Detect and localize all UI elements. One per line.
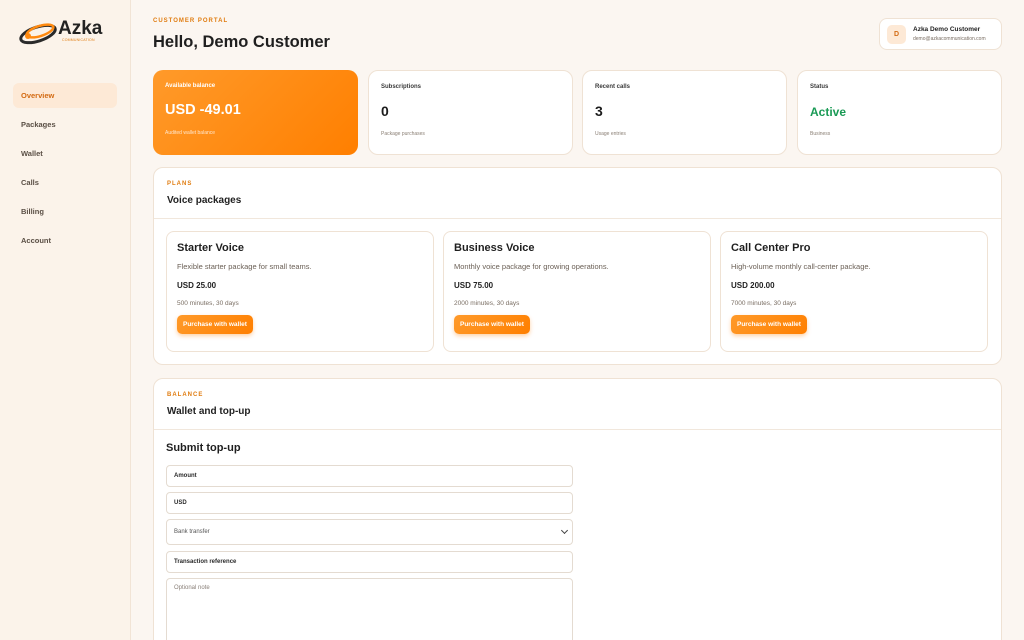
logo-swoosh-icon [18, 16, 60, 46]
sidebar-item-account[interactable]: Account [13, 228, 117, 253]
brand-tagline: COMMUNICATION [62, 38, 95, 42]
user-name: Azka Demo Customer [913, 26, 981, 33]
section-title: Wallet and top-up [167, 406, 251, 417]
package-price: USD 75.00 [454, 281, 494, 290]
package-card: Starter Voice Flexible starter package f… [166, 231, 434, 352]
status-badge: Active [810, 105, 847, 119]
stat-value: 0 [381, 103, 389, 119]
stat-sub: Business [810, 131, 831, 137]
stat-sub: Usage entries [595, 131, 626, 137]
sidebar-nav: Overview Packages Wallet Calls Billing A… [13, 83, 117, 257]
package-meta: 2000 minutes, 30 days [454, 300, 520, 307]
main-content: CUSTOMER PORTAL Hello, Demo Customer D A… [131, 0, 1024, 640]
transaction-reference-input[interactable]: Transaction reference [166, 551, 573, 573]
package-card: Business Voice Monthly voice package for… [443, 231, 711, 352]
stat-card-recent-calls: Recent calls 3 Usage entries [582, 70, 787, 155]
stat-value: 3 [595, 103, 603, 119]
package-description: Flexible starter package for small teams… [177, 262, 312, 271]
stat-value: USD -49.01 [165, 102, 241, 118]
package-name: Starter Voice [177, 242, 245, 254]
sidebar-item-packages[interactable]: Packages [13, 112, 117, 137]
package-meta: 500 minutes, 30 days [177, 300, 239, 307]
sidebar: Azka COMMUNICATION Overview Packages Wal… [0, 0, 131, 640]
topup-form-title: Submit top-up [166, 442, 241, 454]
purchase-button[interactable]: Purchase with wallet [454, 315, 530, 334]
chevron-down-icon [560, 526, 569, 535]
avatar: D [887, 24, 906, 44]
amount-input[interactable]: Amount [166, 465, 573, 487]
stat-card-balance: Available balance USD -49.01 Audited wal… [153, 70, 358, 155]
page-title: Hello, Demo Customer [153, 33, 330, 51]
sidebar-item-billing[interactable]: Billing [13, 199, 117, 224]
payment-method-value: Bank transfer [174, 529, 210, 535]
stat-sub: Package purchases [381, 131, 425, 137]
page-eyebrow: CUSTOMER PORTAL [153, 18, 229, 24]
currency-input[interactable]: USD [166, 492, 573, 514]
sidebar-item-calls[interactable]: Calls [13, 170, 117, 195]
package-price: USD 25.00 [177, 281, 217, 290]
stat-label: Recent calls [595, 84, 631, 90]
payment-method-select[interactable]: Bank transfer [166, 519, 573, 545]
package-card: Call Center Pro High-volume monthly call… [720, 231, 988, 352]
section-eyebrow: PLANS [167, 181, 193, 187]
sidebar-item-overview[interactable]: Overview [13, 83, 117, 108]
package-description: Monthly voice package for growing operat… [454, 262, 609, 271]
package-name: Call Center Pro [731, 242, 811, 254]
sidebar-item-wallet[interactable]: Wallet [13, 141, 117, 166]
user-email: demo@azkacommunication.com [913, 36, 986, 42]
package-meta: 7000 minutes, 30 days [731, 300, 797, 307]
stat-card-status: Status Active Business [797, 70, 1002, 155]
wallet-panel: BALANCE Wallet and top-up Submit top-up … [153, 378, 1002, 640]
plans-panel: PLANS Voice packages Starter Voice Flexi… [153, 167, 1002, 365]
user-menu[interactable]: D Azka Demo Customer demo@azkacommunicat… [879, 18, 1002, 50]
stat-sub: Audited wallet balance [165, 130, 216, 136]
purchase-button[interactable]: Purchase with wallet [731, 315, 807, 334]
section-eyebrow: BALANCE [167, 392, 204, 398]
stat-label: Subscriptions [381, 84, 422, 90]
stat-card-subscriptions: Subscriptions 0 Package purchases [368, 70, 573, 155]
purchase-button[interactable]: Purchase with wallet [177, 315, 253, 334]
note-textarea[interactable]: Optional note [166, 578, 573, 640]
stat-label: Status [810, 84, 829, 90]
brand-logo[interactable]: Azka COMMUNICATION [18, 14, 118, 48]
stat-label: Available balance [165, 83, 216, 89]
package-description: High-volume monthly call-center package. [731, 262, 871, 271]
package-price: USD 200.00 [731, 281, 775, 290]
package-name: Business Voice [454, 242, 535, 254]
brand-name: Azka [58, 17, 103, 39]
section-title: Voice packages [167, 195, 242, 206]
